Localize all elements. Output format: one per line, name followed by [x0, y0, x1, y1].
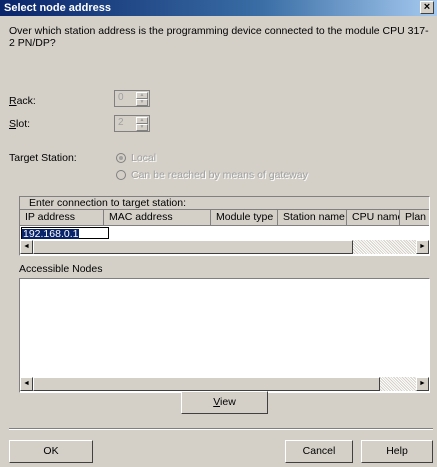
- column-header-cpu-name[interactable]: CPU name: [347, 210, 400, 226]
- scrollbar-track[interactable]: [380, 377, 416, 391]
- column-header-ip[interactable]: IP address: [20, 210, 104, 226]
- slot-value: 2: [118, 117, 124, 128]
- spin-down-icon[interactable]: ▼: [136, 124, 148, 131]
- help-button[interactable]: Help: [361, 440, 433, 463]
- scrollbar-thumb[interactable]: [33, 240, 353, 254]
- accessible-nodes-list[interactable]: ◄ ►: [19, 278, 430, 393]
- rack-spinner[interactable]: 0 ▲ ▼: [114, 90, 150, 107]
- radio-gateway[interactable]: [116, 170, 126, 180]
- question-text: Over which station address is the progra…: [9, 25, 429, 49]
- view-button[interactable]: View: [181, 391, 268, 414]
- ip-address-input[interactable]: 192.168.0.1: [21, 227, 109, 239]
- divider: [9, 428, 433, 430]
- table-horizontal-scrollbar[interactable]: ◄ ►: [20, 240, 429, 254]
- spin-up-icon[interactable]: ▲: [136, 117, 148, 124]
- spin-up-icon[interactable]: ▲: [136, 92, 148, 99]
- scroll-right-icon[interactable]: ►: [416, 377, 429, 391]
- column-header-plan[interactable]: Plan: [400, 210, 429, 226]
- rack-label: Rack:: [9, 95, 36, 107]
- table-header: IP address MAC address Module type Stati…: [20, 210, 429, 226]
- target-station-label: Target Station:: [9, 152, 77, 164]
- column-header-station-name[interactable]: Station name: [278, 210, 347, 226]
- radio-gateway-label: Can be reached by means of gateway: [131, 169, 308, 181]
- scroll-left-icon[interactable]: ◄: [20, 240, 33, 254]
- ip-address-value: 192.168.0.1: [22, 228, 80, 240]
- window-title: Select node address: [4, 2, 111, 14]
- spin-down-icon[interactable]: ▼: [136, 99, 148, 106]
- slot-label: Slot:: [9, 118, 31, 130]
- scroll-left-icon[interactable]: ◄: [20, 377, 33, 391]
- column-header-module-type[interactable]: Module type: [211, 210, 278, 226]
- close-button[interactable]: ×: [420, 1, 434, 14]
- table-row[interactable]: 192.168.0.1: [20, 226, 429, 240]
- nodes-horizontal-scrollbar[interactable]: ◄ ►: [20, 377, 429, 391]
- slot-spinner[interactable]: 2 ▲ ▼: [114, 115, 150, 132]
- ok-button[interactable]: OK: [9, 440, 93, 463]
- connection-table: Enter connection to target station: IP a…: [19, 196, 430, 256]
- scrollbar-track[interactable]: [353, 240, 416, 254]
- column-header-mac[interactable]: MAC address: [104, 210, 211, 226]
- accessible-nodes-label: Accessible Nodes: [19, 263, 103, 275]
- cancel-button[interactable]: Cancel: [285, 440, 353, 463]
- rack-value: 0: [118, 92, 124, 103]
- connection-table-caption: Enter connection to target station:: [20, 197, 429, 210]
- radio-local-label: Local: [131, 152, 157, 164]
- radio-local[interactable]: [116, 153, 126, 163]
- scrollbar-thumb[interactable]: [33, 377, 380, 391]
- scroll-right-icon[interactable]: ►: [416, 240, 429, 254]
